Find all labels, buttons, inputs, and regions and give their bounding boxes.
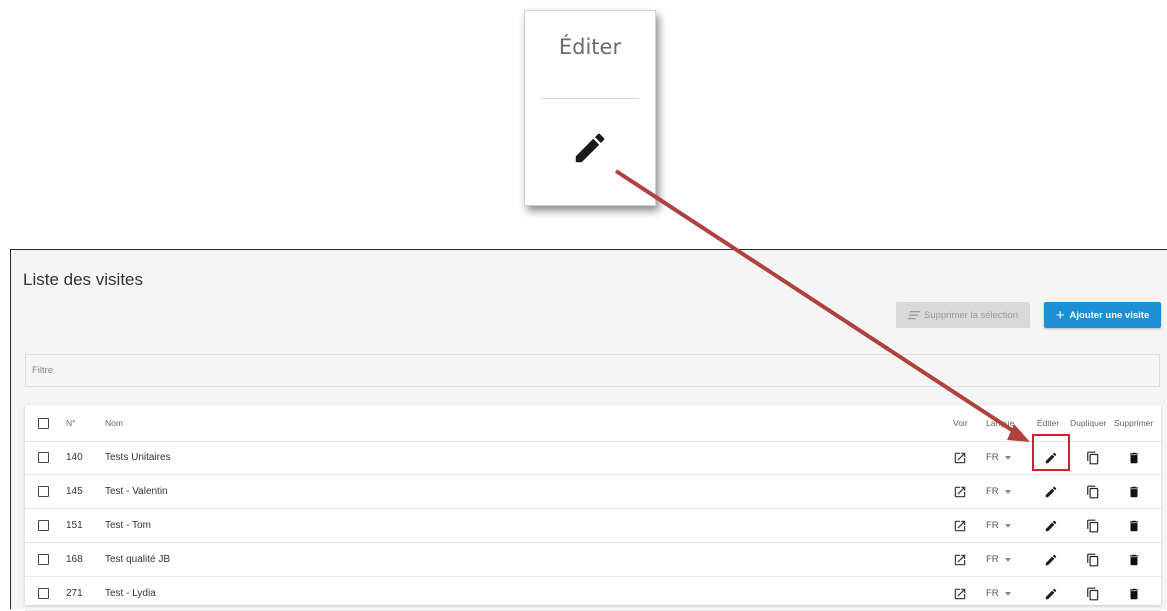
copy-icon[interactable] <box>1086 485 1100 499</box>
edit-highlight-box <box>1032 434 1070 471</box>
language-value: FR <box>986 520 999 531</box>
copy-icon[interactable] <box>1086 451 1100 465</box>
table-row: 145 Test - Valentin FR <box>25 475 1161 509</box>
open-in-new-icon[interactable] <box>953 485 967 499</box>
row-name: Tests Unitaires <box>105 452 171 463</box>
row-checkbox[interactable] <box>38 452 49 463</box>
language-select[interactable]: FR <box>986 475 1011 508</box>
open-in-new-icon[interactable] <box>953 553 967 567</box>
plus-icon: + <box>1055 306 1065 324</box>
callout-title: Éditer <box>558 35 622 59</box>
filter-input[interactable] <box>25 354 1160 387</box>
language-select[interactable]: FR <box>986 441 1011 474</box>
chevron-down-icon <box>1004 557 1011 562</box>
trash-icon[interactable] <box>1127 553 1141 567</box>
delete-selection-button[interactable]: Supprimer la sélection <box>896 302 1030 328</box>
row-checkbox[interactable] <box>38 554 49 565</box>
row-checkbox[interactable] <box>38 520 49 531</box>
trash-icon[interactable] <box>1127 451 1141 465</box>
chevron-down-icon <box>1004 455 1011 460</box>
table-row: 140 Tests Unitaires FR <box>25 441 1161 475</box>
row-checkbox[interactable] <box>38 486 49 497</box>
header-duplicate: Dupliquer <box>1070 418 1107 428</box>
open-in-new-icon[interactable] <box>953 519 967 533</box>
header-number: N° <box>66 418 76 428</box>
callout-divider <box>541 98 639 99</box>
visits-table: N° Nom Voir Langue Éditer Dupliquer Supp… <box>25 405 1161 611</box>
visits-panel: Liste des visites Supprimer la sélection… <box>10 249 1167 611</box>
page-title: Liste des visites <box>23 270 143 289</box>
language-value: FR <box>986 486 999 497</box>
pencil-icon[interactable] <box>1044 553 1058 567</box>
header-name: Nom <box>105 418 123 428</box>
select-all-checkbox[interactable] <box>38 417 49 429</box>
sort-lines-icon <box>908 310 920 319</box>
add-visit-button[interactable]: + Ajouter une visite <box>1044 302 1161 328</box>
row-number: 145 <box>66 486 83 497</box>
row-number: 140 <box>66 452 83 463</box>
open-in-new-icon[interactable] <box>953 451 967 465</box>
language-select[interactable]: FR <box>986 543 1011 576</box>
chevron-down-icon <box>1004 489 1011 494</box>
language-value: FR <box>986 452 999 463</box>
pencil-icon[interactable] <box>1044 485 1058 499</box>
trash-icon[interactable] <box>1127 485 1141 499</box>
header-delete: Supprimer <box>1114 418 1154 428</box>
row-number: 168 <box>66 554 83 565</box>
row-name: Test qualité JB <box>105 554 171 565</box>
chevron-down-icon <box>1004 523 1011 528</box>
copy-icon[interactable] <box>1086 519 1100 533</box>
trash-icon[interactable] <box>1127 519 1141 533</box>
pencil-icon <box>575 133 605 163</box>
header-language: Langue <box>986 418 1015 428</box>
header-view: Voir <box>953 418 968 428</box>
copy-icon[interactable] <box>1086 553 1100 567</box>
table-header-row: N° Nom Voir Langue Éditer Dupliquer Supp… <box>25 405 1161 442</box>
table-row: 151 Test - Tom FR <box>25 509 1161 543</box>
table-row: 168 Test qualité JB FR <box>25 543 1161 577</box>
pencil-icon[interactable] <box>1044 519 1058 533</box>
edit-zoom-callout: Éditer <box>524 10 656 206</box>
add-visit-label: Ajouter une visite <box>1069 309 1150 321</box>
language-value: FR <box>986 554 999 565</box>
row-number: 151 <box>66 520 83 531</box>
delete-selection-label: Supprimer la sélection <box>924 309 1018 321</box>
row-name: Test - Valentin <box>105 486 168 497</box>
row-name: Test - Tom <box>105 520 151 531</box>
language-select[interactable]: FR <box>986 509 1011 542</box>
table-row: 271 Test - Lydia FR <box>25 577 1161 611</box>
